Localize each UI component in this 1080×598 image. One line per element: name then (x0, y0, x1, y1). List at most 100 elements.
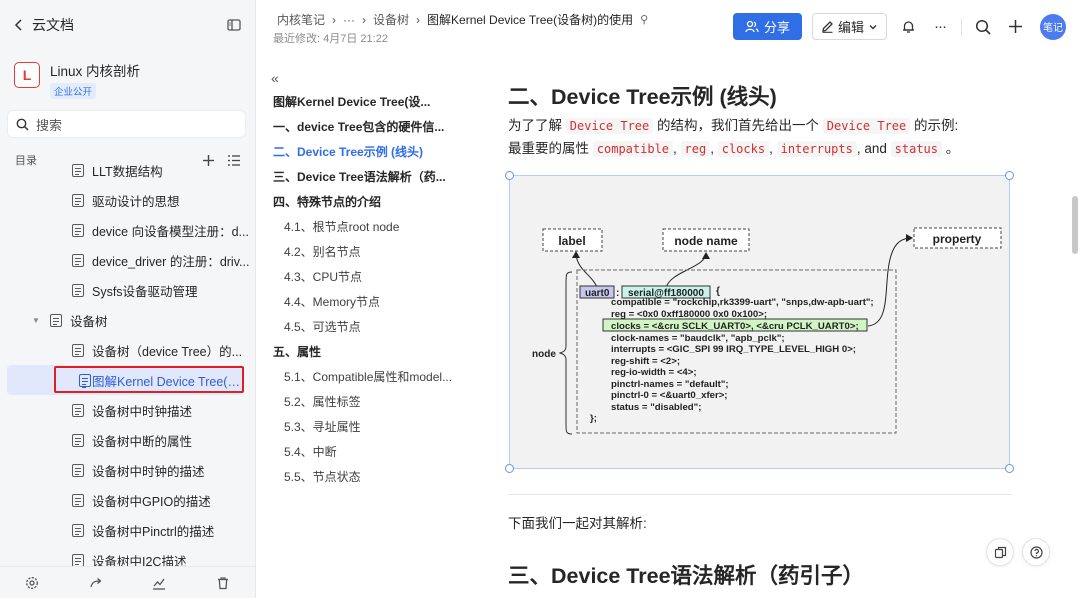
dts-close: }; (590, 413, 597, 424)
resize-handle[interactable] (505, 171, 514, 180)
outline-item[interactable]: 一、device Tree包含的硬件信... (273, 115, 487, 140)
horizontal-rule (508, 494, 1012, 495)
inline-code: reg (680, 141, 711, 157)
plus-icon[interactable] (1004, 16, 1026, 38)
outline-item[interactable]: 5.2、属性标签 (273, 390, 487, 415)
sidebar: 云文档 L Linux 内核剖析 企业公开 搜索 目录 LLT数据结构 驱动设计… (0, 0, 256, 598)
scrollbar-thumb[interactable] (1072, 196, 1078, 254)
tree-item[interactable]: 设备树中GPIO的描述 (0, 485, 255, 515)
breadcrumb-item[interactable]: 设备树 (373, 11, 409, 28)
sidebar-top: 云文档 (0, 0, 255, 50)
outline-item[interactable]: 5.4、中断 (273, 440, 487, 465)
tree-item-selected[interactable]: 图解Kernel Device Tree(设... (7, 365, 243, 395)
outline-item[interactable]: 5.1、Compatible属性和model... (273, 365, 487, 390)
outline-item[interactable]: 4.3、CPU节点 (273, 265, 487, 290)
trash-icon[interactable] (216, 576, 230, 590)
tree-item[interactable]: device_driver 的注册：driv... (0, 245, 255, 275)
outline-item[interactable]: 4.4、Memory节点 (273, 290, 487, 315)
tree-item[interactable]: 设备树中断的属性 (0, 425, 255, 455)
sidebar-toolbar (0, 566, 255, 598)
document-icon (79, 373, 91, 387)
tree-item[interactable]: 设备树中时钟的描述 (0, 455, 255, 485)
tree-item[interactable]: Sysfs设备驱动管理 (0, 275, 255, 305)
tree-folder-device-tree[interactable]: ▼ 设备树 (0, 305, 255, 335)
search-icon (16, 118, 29, 131)
dts-line: reg-io-width = <4>; (611, 367, 697, 378)
back-button[interactable]: 云文档 (12, 15, 74, 35)
tree-item[interactable]: 设备树中I2C描述 (0, 545, 255, 566)
edit-button[interactable]: 编辑 (811, 13, 887, 40)
tree-item[interactable]: LLT数据结构 (0, 162, 255, 185)
share-out-icon[interactable] (89, 576, 103, 590)
property-tag: property (933, 232, 982, 246)
text-span: 。 (945, 141, 960, 156)
settings-icon[interactable] (25, 576, 39, 590)
inline-code: interrupts (776, 141, 857, 157)
outline-item[interactable]: 三、Device Tree语法解析（药... (273, 165, 487, 190)
outline-list: 图解Kernel Device Tree(设... 一、device Tree包含… (273, 90, 487, 490)
document-icon (72, 253, 84, 267)
resize-handle[interactable] (1005, 171, 1014, 180)
text-span: 的结构，我们首先给出一个 (657, 118, 820, 133)
paragraph-properties: 最重要的属性 compatible, reg, clocks, interrup… (508, 141, 960, 157)
help-button[interactable] (1022, 538, 1050, 566)
document-icon (72, 463, 84, 477)
outline-item[interactable]: 5.5、节点状态 (273, 465, 487, 490)
knowledge-base-header[interactable]: L Linux 内核剖析 企业公开 (0, 50, 255, 106)
outline-item[interactable]: 4.1、根节点root node (273, 215, 487, 240)
avatar[interactable]: 笔记 (1040, 13, 1066, 40)
outline-item[interactable]: 4.5、可选节点 (273, 315, 487, 340)
outline-item[interactable]: 五、属性 (273, 340, 487, 365)
caret-down-icon[interactable]: ▼ (32, 316, 46, 325)
tree-item[interactable]: device 向设备模型注册：d... (0, 215, 255, 245)
document-icon (72, 343, 84, 357)
outline-item[interactable]: 4.2、别名节点 (273, 240, 487, 265)
tree-item[interactable]: 设备树中时钟描述 (0, 395, 255, 425)
tree-item[interactable]: 驱动设计的思想 (0, 185, 255, 215)
search-icon[interactable] (972, 16, 994, 38)
pin-icon[interactable]: ⚲ (640, 13, 648, 26)
sidebar-toggle-icon[interactable] (227, 18, 241, 32)
tree-item[interactable]: 设备树（device Tree）的... (0, 335, 255, 365)
chevron-right-icon: › (362, 12, 367, 27)
collapse-outline-icon[interactable]: « (271, 70, 279, 86)
tree-item[interactable]: 设备树中Pinctrl的描述 (0, 515, 255, 545)
search-input[interactable]: 搜索 (7, 110, 246, 138)
inline-code: Device Tree (822, 118, 911, 134)
document-body: 二、Device Tree示例 (线头) 为了了解 Device Tree 的结… (487, 52, 1064, 598)
dts-line: pinctrl-0 = <&uart0_xfer>; (611, 390, 728, 401)
help-icon (1029, 545, 1043, 559)
outline-item[interactable]: 二、Device Tree示例 (线头) (273, 140, 487, 165)
back-label: 云文档 (32, 17, 74, 33)
outline-item[interactable]: 四、特殊节点的介绍 (273, 190, 487, 215)
users-icon (745, 20, 759, 33)
outline-item[interactable]: 图解Kernel Device Tree(设... (273, 90, 487, 115)
bell-icon[interactable] (897, 16, 919, 38)
dts-line: reg = <0x0 0xff180000 0x0 0x100>; (611, 309, 767, 320)
paragraph-intro: 为了了解 Device Tree 的结构，我们首先给出一个 Device Tre… (508, 115, 958, 137)
open-brace: { (716, 286, 720, 297)
doc-header: 内核笔记 › ··· › 设备树 › 图解Kernel Device Tree(… (257, 0, 1080, 52)
copy-icon (994, 546, 1006, 558)
document-icon (72, 283, 84, 297)
document-icon (72, 163, 84, 177)
section-heading-2: 二、Device Tree示例 (线头) (508, 85, 777, 109)
resize-handle[interactable] (1005, 464, 1014, 473)
resize-handle[interactable] (505, 464, 514, 473)
copy-link-button[interactable] (986, 538, 1014, 566)
document-icon (72, 403, 84, 417)
more-icon[interactable]: ··· (929, 16, 951, 38)
header-divider (961, 17, 962, 36)
share-button[interactable]: 分享 (732, 13, 802, 40)
uart-label: uart0 (585, 288, 610, 299)
node-name-tag: node name (674, 234, 738, 248)
stats-icon[interactable] (152, 576, 166, 590)
breadcrumb-ellipsis[interactable]: ··· (343, 13, 355, 27)
device-tree-figure[interactable]: label node name property node uart0 : se… (505, 171, 1014, 473)
dts-line: status = "disabled"; (611, 402, 701, 413)
inline-code: clocks (717, 141, 770, 157)
breadcrumb-current: 图解Kernel Device Tree(设备树)的使用 (427, 13, 634, 27)
breadcrumb-item[interactable]: 内核笔记 (277, 11, 325, 28)
text-span: 最重要的属性 (508, 141, 589, 156)
outline-item[interactable]: 5.3、寻址属性 (273, 415, 487, 440)
